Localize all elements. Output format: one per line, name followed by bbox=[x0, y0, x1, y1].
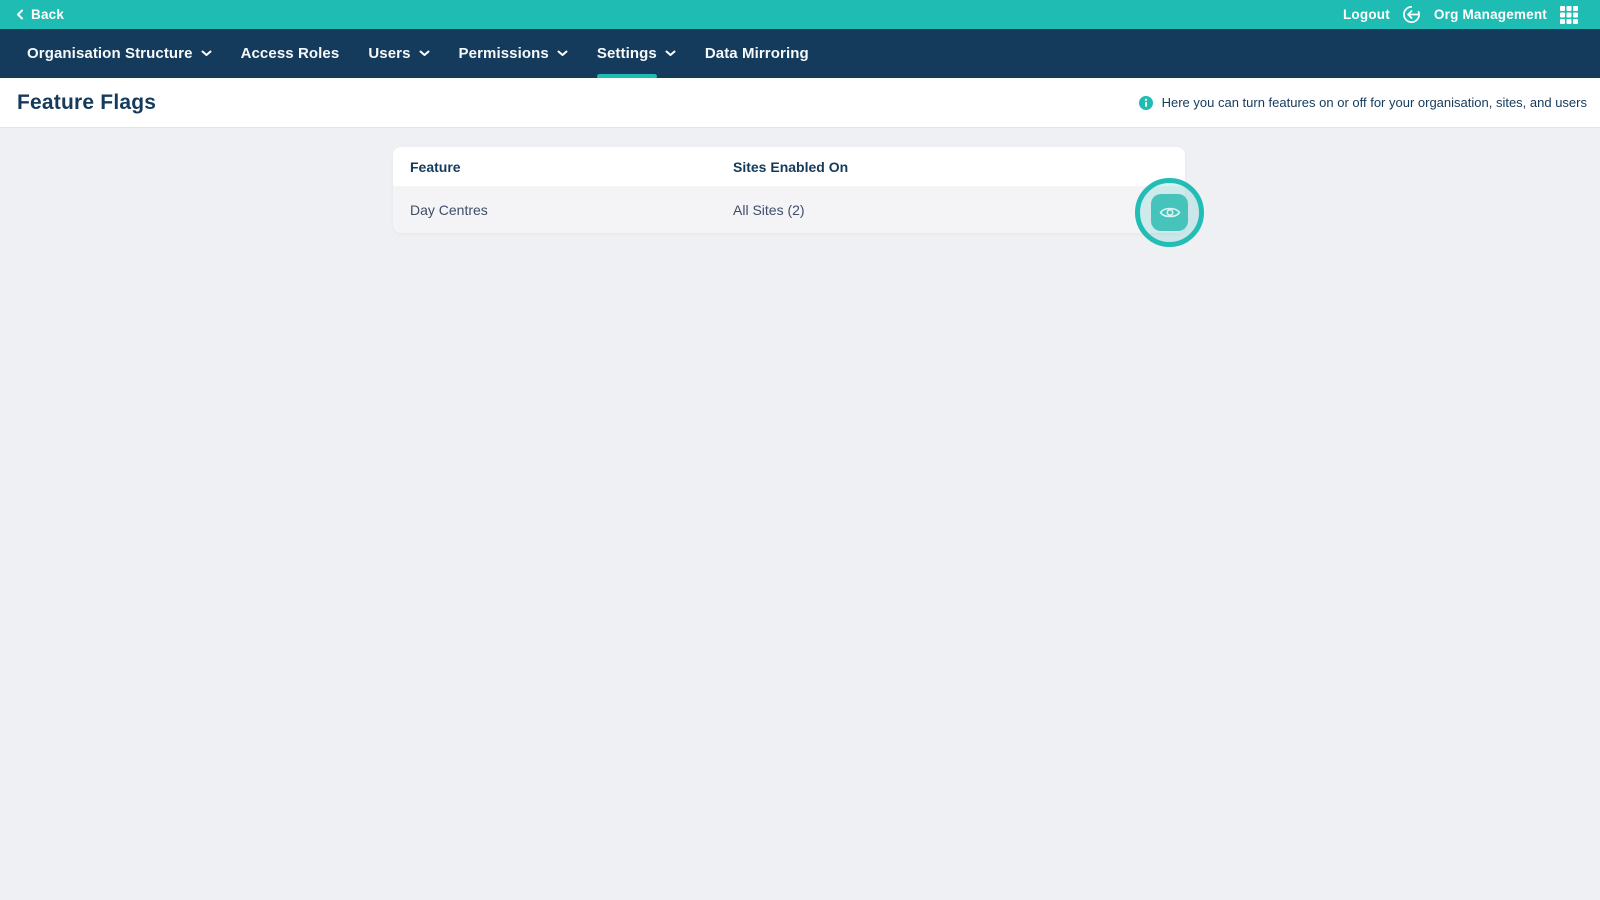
nav-label: Access Roles bbox=[240, 45, 340, 62]
org-management-label: Org Management bbox=[1433, 7, 1547, 22]
nav-label: Users bbox=[368, 45, 411, 62]
nav-item-users[interactable]: Users bbox=[368, 29, 430, 78]
logout-icon bbox=[1402, 5, 1421, 24]
info-text: Here you can turn features on or off for… bbox=[1161, 95, 1587, 110]
cell-feature: Day Centres bbox=[410, 201, 488, 218]
column-header-feature: Feature bbox=[410, 158, 461, 175]
nav-label: Data Mirroring bbox=[704, 45, 809, 62]
apps-grid-icon[interactable] bbox=[1560, 5, 1578, 24]
nav-item-organisation-structure[interactable]: Organisation Structure bbox=[27, 29, 212, 78]
nav-item-settings[interactable]: Settings bbox=[596, 29, 676, 79]
table-row: Day Centres All Sites (2) bbox=[393, 186, 1185, 233]
nav-item-access-roles[interactable]: Access Roles bbox=[241, 29, 340, 78]
logout-button[interactable]: Logout bbox=[1343, 5, 1421, 24]
main-nav: Organisation Structure Access Roles User… bbox=[0, 29, 1600, 79]
chevron-down-icon bbox=[201, 50, 212, 57]
page-title: Feature Flags bbox=[17, 90, 157, 114]
info-note: Here you can turn features on or off for… bbox=[1138, 95, 1587, 110]
chevron-down-icon bbox=[419, 50, 430, 57]
cell-sites-enabled-on: All Sites (2) bbox=[733, 201, 805, 218]
content-area: Feature Sites Enabled On Day Centres All… bbox=[0, 129, 1600, 900]
topbar-right: Logout Org Management bbox=[1343, 5, 1578, 24]
nav-label: Organisation Structure bbox=[27, 45, 193, 62]
chevron-left-icon bbox=[16, 9, 24, 20]
page-header: Feature Flags Here you can turn features… bbox=[0, 78, 1600, 128]
table-header-row: Feature Sites Enabled On bbox=[393, 147, 1185, 186]
feature-flags-table: Feature Sites Enabled On Day Centres All… bbox=[393, 147, 1185, 233]
back-label: Back bbox=[31, 7, 65, 22]
info-icon bbox=[1138, 95, 1153, 110]
topbar: Back Logout Org Management bbox=[0, 0, 1600, 29]
chevron-down-icon bbox=[557, 50, 568, 57]
nav-label: Settings bbox=[596, 45, 657, 62]
chevron-down-icon bbox=[665, 50, 676, 57]
logout-label: Logout bbox=[1342, 7, 1390, 22]
eye-icon bbox=[1159, 205, 1181, 220]
nav-item-permissions[interactable]: Permissions bbox=[459, 29, 568, 78]
back-button[interactable]: Back bbox=[16, 7, 64, 22]
nav-label: Permissions bbox=[458, 45, 549, 62]
view-feature-sites-button[interactable] bbox=[1151, 194, 1188, 231]
nav-item-data-mirroring[interactable]: Data Mirroring bbox=[705, 29, 809, 78]
column-header-sites-enabled-on: Sites Enabled On bbox=[733, 158, 849, 175]
org-management-button[interactable]: Org Management bbox=[1434, 7, 1547, 22]
